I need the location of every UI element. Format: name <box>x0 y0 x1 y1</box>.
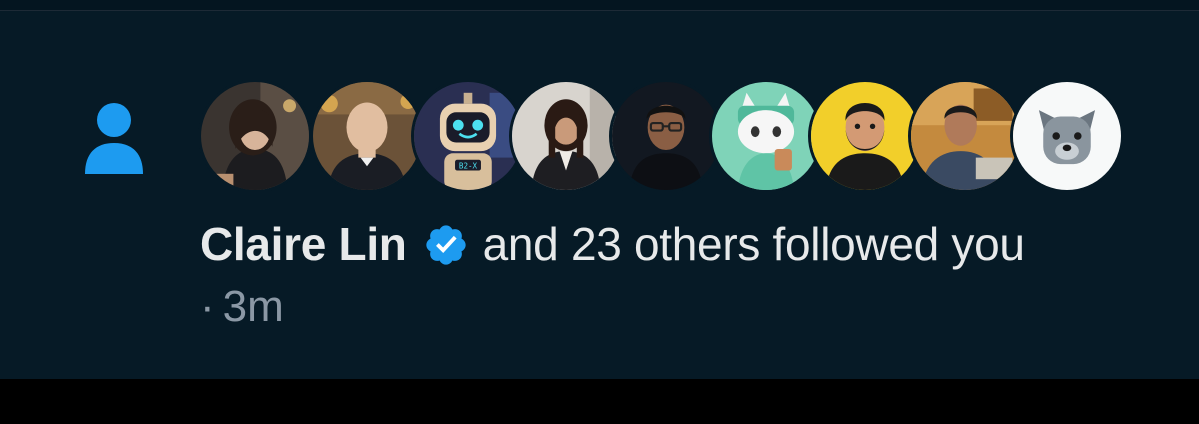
bottom-area <box>0 379 1199 424</box>
follower-avatars: B2-X <box>198 79 1124 195</box>
avatar[interactable]: B2-X <box>411 79 525 193</box>
avatar[interactable] <box>609 79 723 193</box>
separator-dot: · <box>200 282 215 331</box>
previous-item-edge <box>0 0 1199 11</box>
avatar[interactable] <box>1010 79 1124 193</box>
notification-timestamp: · 3m <box>200 279 284 335</box>
svg-text:B2-X: B2-X <box>459 161 478 170</box>
app-frame: B2-X Claire Lin and 23 others followed y… <box>0 0 1199 424</box>
avatar[interactable] <box>709 79 823 193</box>
avatar[interactable] <box>198 79 312 193</box>
person-icon <box>84 101 144 175</box>
follow-notification[interactable]: B2-X Claire Lin and 23 others followed y… <box>0 11 1199 379</box>
avatar[interactable] <box>808 79 922 193</box>
avatar[interactable] <box>509 79 623 193</box>
notification-action-text: and 23 others followed you <box>482 218 1025 270</box>
avatar[interactable] <box>310 79 424 193</box>
notification-headline: Claire Lin and 23 others followed you <box>200 209 1190 279</box>
time-ago: 3m <box>222 282 284 331</box>
verified-badge-icon <box>423 222 469 268</box>
avatar[interactable] <box>908 79 1022 193</box>
actor-name-link[interactable]: Claire Lin <box>200 217 407 271</box>
